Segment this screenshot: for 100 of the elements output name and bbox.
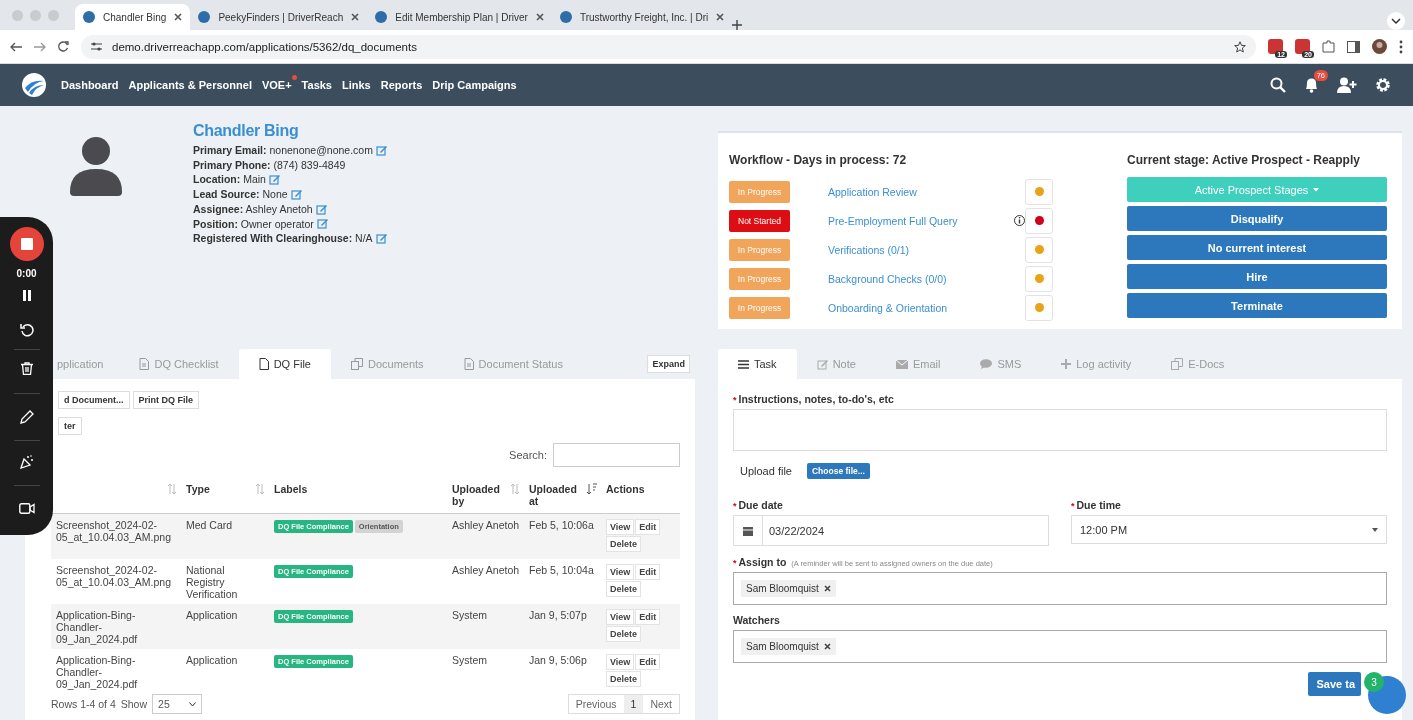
browser-tab[interactable]: Edit Membership Plan | Driver (367, 4, 552, 30)
person-tag: Sam Bloomquist (741, 638, 836, 655)
pagination-button[interactable]: Previous (568, 695, 624, 713)
row-action-button[interactable]: Edit (635, 564, 661, 580)
field-label: Due time (1076, 499, 1121, 511)
address-bar[interactable]: demo.driverreachapp.com/applications/5362/dq_documents (81, 34, 1256, 59)
show-label: Show (120, 698, 148, 710)
table-cell: National Registry Verification (186, 564, 238, 600)
table-cell: Feb 5, 10:06a (529, 519, 594, 531)
nav-link[interactable]: Reports (380, 74, 423, 96)
watchers-field[interactable]: Sam Bloomquist (733, 630, 1387, 663)
table-cell: Ashley Anetoh (452, 519, 520, 531)
status-badge: In Progress (729, 296, 790, 319)
browser-tab[interactable]: PeekyFinders | DriverReach (190, 4, 368, 30)
column-header[interactable]: Actions (606, 483, 645, 495)
table-cell: Screenshot_2024-02-05_at_10.04.03_AM.png (56, 519, 171, 543)
browser-tab[interactable]: Trustworthy Freight, Inc. | Dri (551, 4, 733, 30)
applicant-name: Chandler Bing (193, 122, 299, 140)
save-task-button[interactable]: Save ta (1308, 672, 1361, 696)
panel-tab[interactable]: Task (718, 349, 797, 379)
person-tag: Sam Bloomquist (741, 580, 836, 597)
table-cell: Application (186, 609, 238, 621)
row-action-button[interactable]: Edit (635, 609, 661, 625)
workflow-step-link[interactable]: Background Checks (0/0) (828, 272, 1014, 285)
due-date-field[interactable]: 03/22/2024 (733, 515, 1049, 546)
table-cell: Ashley Anetoh (452, 564, 520, 576)
status-badge: In Progress (729, 238, 790, 261)
table-cell: Feb 5, 10:04a (529, 564, 594, 576)
panel-tab[interactable]: DQ File (238, 349, 331, 379)
column-header[interactable]: Uploaded by (452, 483, 506, 507)
pagination-button[interactable]: Next (643, 695, 679, 713)
status-badge: Not Started (729, 209, 790, 232)
assign-to-field[interactable]: Sam Bloomquist (733, 572, 1387, 605)
required-mark: * (1071, 501, 1075, 511)
profile-field: Position: Owner operator (193, 216, 314, 232)
nav-link[interactable]: Applicants & Personnel (128, 74, 252, 96)
field-label: Due date (738, 499, 783, 511)
upload-label: Upload file (740, 465, 792, 477)
row-action-button[interactable]: View (606, 564, 635, 580)
workflow-step-link[interactable]: Application Review (828, 185, 1014, 198)
nav-link[interactable]: Links (342, 74, 371, 96)
table-cell: Screenshot_2024-02-05_at_10.04.03_AM.png (56, 564, 171, 588)
row-action-button[interactable]: Delete (606, 626, 641, 642)
stage-button[interactable]: Disqualify (1127, 206, 1387, 231)
choose-file-button[interactable]: Choose file... (807, 463, 870, 479)
required-mark: * (733, 395, 737, 405)
table-cell: Application-Bing-Chandler-09_Jan_2024.pdf (56, 609, 138, 645)
workflow-title: Workflow - Days in process: 72 (729, 153, 908, 167)
column-header[interactable]: Uploaded at (529, 483, 582, 507)
table-cell: Application (186, 654, 238, 666)
table-cell: Application-Bing-Chandler-09_Jan_2024.pdf (56, 654, 138, 690)
nav-link[interactable]: Tasks (301, 74, 332, 96)
profile-field: Primary Email: nonenone@none.com (193, 143, 373, 158)
toolbar-button[interactable]: d Document... (58, 391, 130, 409)
pagination-button[interactable]: 1 (623, 695, 644, 713)
profile-field: Primary Phone: (874) 839-4849 (193, 157, 346, 173)
nav-link[interactable]: VOE+ (261, 74, 297, 96)
field-label: Watchers (733, 614, 780, 626)
nav-link[interactable]: Dashboard (61, 74, 119, 96)
profile-field: Registered With Clearinghouse: N/A (193, 231, 373, 246)
required-mark: * (733, 558, 737, 568)
table-cell: System (452, 609, 487, 621)
required-mark: * (733, 501, 737, 511)
browser-tab[interactable]: Chandler Bing (75, 4, 191, 30)
stage-button[interactable]: Terminate (1127, 293, 1387, 318)
column-header[interactable]: Type (186, 483, 210, 495)
toolbar-button[interactable]: Print DQ File (132, 391, 200, 409)
row-action-button[interactable]: Delete (606, 536, 641, 552)
workflow-step-link[interactable]: Pre-Employment Full Query (828, 214, 1014, 227)
table-cell: System (452, 654, 487, 666)
stage-button[interactable]: Hire (1127, 264, 1387, 289)
search-label: Search: (509, 449, 547, 461)
page-size-select[interactable]: 25 (152, 694, 203, 714)
field-label: Instructions, notes, to-do's, etc (738, 393, 894, 405)
rows-info: Rows 1-4 of 4 (51, 698, 116, 710)
profile-field: Assignee: Ashley Anetoh (193, 201, 313, 217)
status-badge: In Progress (729, 180, 790, 203)
row-action-button[interactable]: View (606, 654, 635, 670)
expand-button[interactable]: Expand (647, 355, 690, 373)
field-label: Assign to (738, 556, 787, 568)
row-action-button[interactable]: Delete (606, 581, 641, 597)
row-action-button[interactable]: Edit (635, 654, 661, 670)
profile-field: Lead Source: None (193, 187, 288, 202)
row-action-button[interactable]: View (606, 519, 635, 535)
column-header[interactable]: Labels (274, 483, 308, 495)
row-action-button[interactable]: View (606, 609, 635, 625)
recording-time: 0:00 (16, 268, 37, 279)
toolbar-button[interactable]: ter (58, 417, 82, 435)
due-time-select[interactable]: 12:00 PM (1071, 515, 1387, 544)
current-stage-title: Current stage: Active Prospect - Reapply (1127, 153, 1361, 167)
workflow-step-link[interactable]: Onboarding & Orientation (828, 301, 1014, 314)
workflow-step-link[interactable]: Verifications (0/1) (828, 243, 1014, 256)
row-action-button[interactable]: Delete (606, 671, 641, 687)
stage-button[interactable]: No current interest (1127, 235, 1387, 260)
status-badge: In Progress (729, 267, 790, 290)
row-action-button[interactable]: Edit (635, 519, 661, 535)
profile-field: Location: Main (193, 172, 266, 188)
table-cell: Med Card (186, 519, 233, 531)
table-cell: Jan 9, 5:07p (529, 609, 587, 621)
nav-link[interactable]: Drip Campaigns (432, 74, 517, 96)
